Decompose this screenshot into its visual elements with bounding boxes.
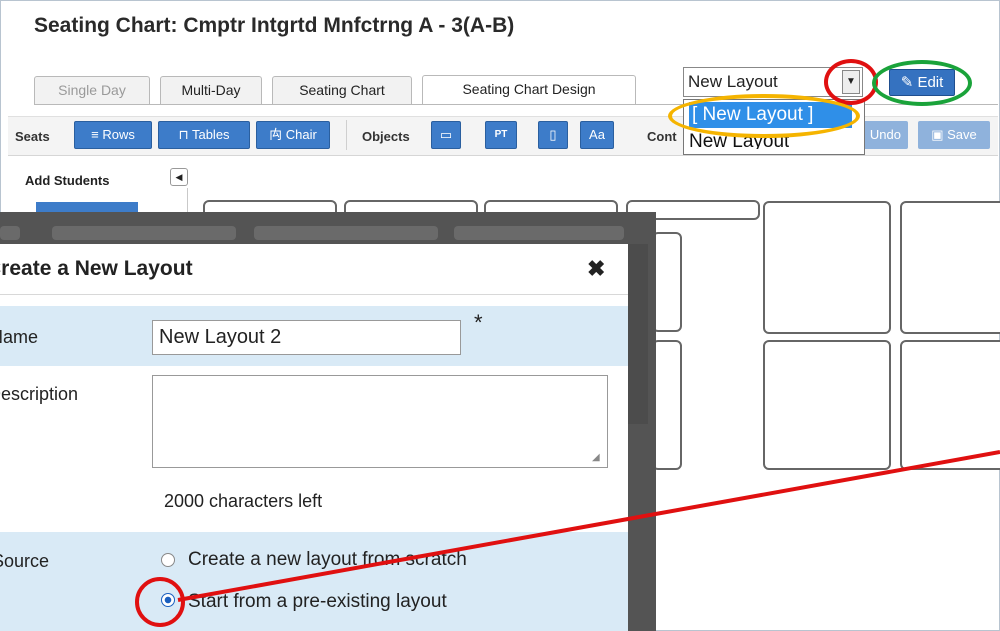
annotation-arrow xyxy=(177,450,1000,602)
